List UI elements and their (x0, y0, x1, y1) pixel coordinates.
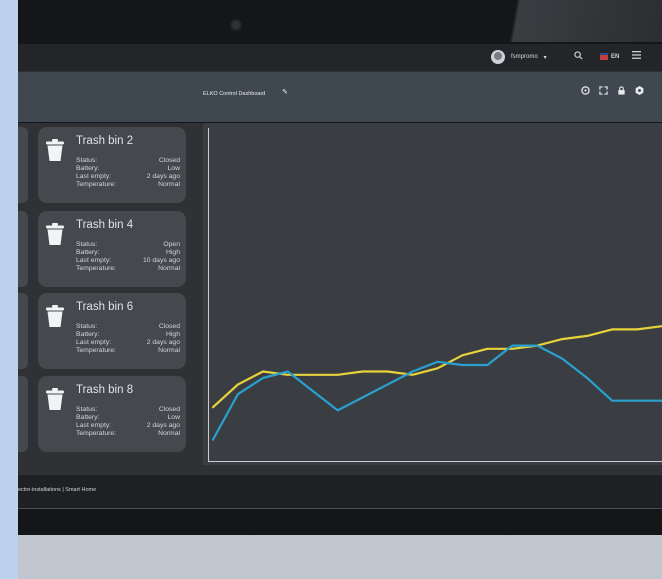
battery-value: High (166, 249, 180, 256)
partial-card (18, 293, 28, 369)
card-details: Status: Closed Battery: Low Last empty: 2 d… (76, 406, 180, 438)
user-name: fsmpromo (511, 54, 538, 60)
status-value: Closed (158, 323, 180, 330)
language-label: EN (611, 54, 620, 60)
fullscreen-icon[interactable] (599, 86, 608, 97)
last-empty-label: Last empty: (76, 339, 112, 346)
battery-row: Battery: High (76, 249, 180, 257)
trash-bin-card[interactable]: Trash bin 8 Status: Closed Battery: Low La… (38, 376, 186, 452)
battery-label: Battery: (76, 249, 100, 256)
footer: ectro-installations | Smart Home (18, 475, 662, 509)
temperature-row: Temperature: Normal (76, 265, 180, 273)
settings-gear-icon[interactable] (635, 86, 644, 97)
status-label: Status: (76, 157, 98, 164)
trash-bin-card[interactable]: Trash bin 4 Status: Open Battery: High Las… (38, 211, 186, 287)
series-line-blue (211, 344, 662, 441)
battery-label: Battery: (76, 331, 100, 338)
chart-panel (203, 123, 662, 465)
left-background-strip (0, 0, 18, 579)
partial-card (18, 127, 28, 203)
flag-icon (600, 52, 608, 60)
temperature-label: Temperature: (76, 265, 117, 272)
card-title: Trash bin 2 (76, 135, 134, 147)
avatar (491, 50, 505, 64)
temperature-label: Temperature: (76, 347, 117, 354)
trash-bin-icon (46, 139, 64, 161)
line-chart (211, 325, 662, 441)
status-row: Status: Closed (76, 157, 180, 165)
battery-label: Battery: (76, 165, 100, 172)
status-value: Closed (158, 406, 180, 413)
series-line-yellow (211, 325, 662, 409)
last-empty-value: 2 days ago (146, 173, 180, 180)
trash-bin-icon (46, 223, 64, 245)
last-empty-row: Last empty: 2 days ago (76, 422, 180, 430)
card-details: Status: Closed Battery: High Last empty: 2 … (76, 323, 180, 355)
trash-bin-card[interactable]: Trash bin 6 Status: Closed Battery: High L… (38, 293, 186, 369)
temperature-row: Temperature: Normal (76, 430, 180, 438)
status-label: Status: (76, 406, 98, 413)
last-empty-value: 2 days ago (146, 422, 180, 429)
lock-icon[interactable] (617, 86, 626, 97)
temperature-label: Temperature: (76, 181, 117, 188)
webcam (232, 21, 240, 29)
temperature-value: Normal (158, 181, 180, 188)
last-empty-row: Last empty: 10 days ago (76, 257, 180, 265)
trash-bin-icon (46, 388, 64, 410)
monitor-bezel: fsmpromo ▾ EN ELKO Control Dashboard ✎ T… (18, 0, 662, 535)
temperature-value: Normal (158, 430, 180, 437)
search-icon[interactable] (574, 51, 583, 64)
last-empty-value: 2 days ago (146, 339, 180, 346)
battery-label: Battery: (76, 414, 100, 421)
temperature-row: Temperature: Normal (76, 347, 180, 355)
last-empty-label: Last empty: (76, 422, 112, 429)
dashboard-content: Trash bin 2 Status: Closed Battery: Low La… (18, 123, 662, 475)
temperature-value: Normal (158, 347, 180, 354)
hamburger-menu-icon[interactable] (632, 51, 641, 63)
card-title: Trash bin 6 (76, 301, 134, 313)
status-row: Status: Open (76, 241, 180, 249)
card-title: Trash bin 8 (76, 384, 134, 396)
partial-card (18, 376, 28, 452)
temperature-label: Temperature: (76, 430, 117, 437)
battery-row: Battery: Low (76, 414, 180, 422)
battery-row: Battery: Low (76, 165, 180, 173)
footer-text: ectro-installations | Smart Home (18, 487, 97, 493)
status-value: Closed (158, 157, 180, 164)
trash-bin-card[interactable]: Trash bin 2 Status: Closed Battery: Low La… (38, 127, 186, 203)
dashboard-header: ELKO Control Dashboard ✎ (18, 72, 662, 122)
language-selector[interactable]: EN (600, 51, 619, 63)
card-details: Status: Open Battery: High Last empty: 10 d… (76, 241, 180, 273)
chevron-down-icon: ▾ (543, 54, 547, 61)
device-photo: fsmpromo ▾ EN ELKO Control Dashboard ✎ T… (18, 0, 662, 579)
edit-pencil-icon[interactable]: ✎ (282, 88, 288, 96)
temperature-row: Temperature: Normal (76, 181, 180, 189)
status-label: Status: (76, 241, 98, 248)
last-empty-label: Last empty: (76, 257, 112, 264)
battery-row: Battery: High (76, 331, 180, 339)
top-navigation-bar: fsmpromo ▾ EN (18, 44, 662, 72)
status-row: Status: Closed (76, 406, 180, 414)
trash-bin-icon (46, 305, 64, 327)
temperature-value: Normal (158, 265, 180, 272)
dashboard-title: ELKO Control Dashboard (203, 91, 266, 97)
last-empty-label: Last empty: (76, 173, 112, 180)
status-value: Open (163, 241, 180, 248)
battery-value: Low (167, 414, 180, 421)
last-empty-row: Last empty: 2 days ago (76, 339, 180, 347)
status-label: Status: (76, 323, 98, 330)
last-empty-row: Last empty: 2 days ago (76, 173, 180, 181)
status-row: Status: Closed (76, 323, 180, 331)
user-menu[interactable]: fsmpromo ▾ (491, 48, 547, 66)
last-empty-value: 10 days ago (142, 257, 180, 264)
bezel-glare (492, 0, 662, 42)
header-actions (581, 86, 644, 97)
card-title: Trash bin 4 (76, 219, 134, 231)
battery-value: High (166, 331, 180, 338)
card-details: Status: Closed Battery: Low Last empty: 2 d… (76, 157, 180, 189)
partial-card (18, 211, 28, 287)
battery-value: Low (167, 165, 180, 172)
palette-icon[interactable] (581, 86, 590, 97)
